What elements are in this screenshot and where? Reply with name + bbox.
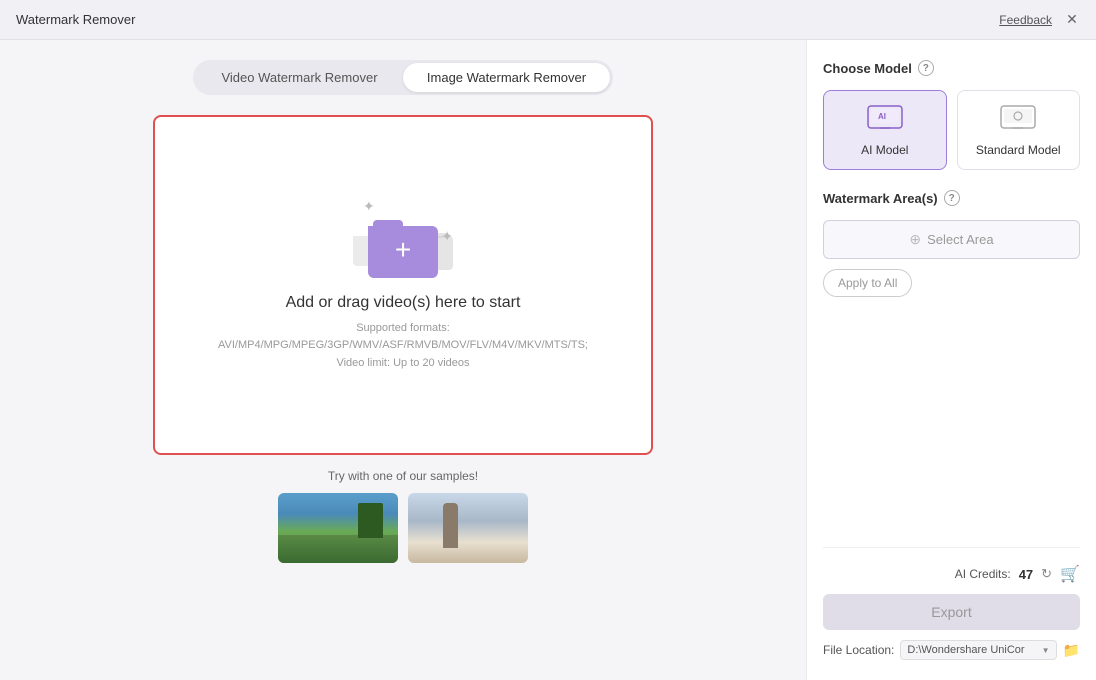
supported-formats-list: AVI/MP4/MPG/MPEG/3GP/WMV/ASF/RMVB/MOV/FL… [218, 339, 588, 351]
choose-model-label: Choose Model [823, 61, 912, 76]
watermark-area-label: Watermark Area(s) [823, 191, 938, 206]
drop-zone-main-text: Add or drag video(s) here to start [286, 294, 521, 312]
refresh-icon[interactable]: ↻ [1041, 566, 1052, 582]
spacer [823, 313, 1080, 547]
samples-label: Try with one of our samples! [328, 469, 478, 483]
tab-image[interactable]: Image Watermark Remover [403, 63, 610, 92]
ai-model-card[interactable]: AI AI Model [823, 90, 947, 170]
drop-zone-sub-text: Supported formats: AVI/MP4/MPG/MPEG/3GP/… [218, 320, 588, 373]
folder-body: + [368, 226, 438, 278]
apply-all-button[interactable]: Apply to All [823, 269, 912, 297]
bottom-section: AI Credits: 47 ↻ 🛒 Export File Location:… [823, 547, 1080, 660]
main-layout: Video Watermark Remover Image Watermark … [0, 40, 1096, 680]
video-limit-text: Video limit: Up to 20 videos [336, 357, 469, 369]
close-button[interactable]: ✕ [1064, 12, 1080, 28]
standard-model-icon [998, 103, 1038, 135]
tab-video[interactable]: Video Watermark Remover [196, 63, 403, 92]
sample-thumbnail-1[interactable] [278, 493, 398, 563]
svg-text:AI: AI [878, 112, 886, 121]
samples-section: Try with one of our samples! [278, 469, 528, 563]
folder-open-icon[interactable]: 📁 [1063, 642, 1080, 659]
cart-icon[interactable]: 🛒 [1060, 564, 1080, 584]
sparkle-1: ✦ [363, 198, 375, 215]
file-location-path[interactable]: D:\Wondershare UniCor ▼ [900, 640, 1056, 660]
standard-model-card[interactable]: Standard Model [957, 90, 1081, 170]
select-area-icon: ⊕ [909, 231, 921, 248]
folder-icon-wrapper: + ✦ ✦ [353, 198, 453, 278]
credits-count: 47 [1019, 567, 1033, 582]
sparkle-2: ✦ [441, 228, 453, 245]
left-panel: Video Watermark Remover Image Watermark … [0, 40, 806, 680]
ai-model-icon: AI [865, 103, 905, 135]
app-title: Watermark Remover [16, 12, 135, 27]
feedback-link[interactable]: Feedback [999, 13, 1052, 27]
file-location-label: File Location: [823, 643, 894, 657]
dropdown-arrow-icon: ▼ [1042, 646, 1050, 655]
supported-formats-label: Supported formats: [356, 322, 450, 334]
watermark-area-help-icon[interactable]: ? [944, 190, 960, 206]
credits-row: AI Credits: 47 ↻ 🛒 [823, 564, 1080, 584]
choose-model-section: Choose Model ? [823, 60, 1080, 76]
watermark-area-section: Watermark Area(s) ? [823, 190, 1080, 206]
standard-model-label: Standard Model [976, 143, 1061, 157]
select-area-label: Select Area [927, 232, 994, 247]
file-location-row: File Location: D:\Wondershare UniCor ▼ 📁 [823, 640, 1080, 660]
drop-zone[interactable]: + ✦ ✦ Add or drag video(s) here to start… [153, 115, 653, 455]
file-path-text: D:\Wondershare UniCor [907, 644, 1024, 656]
watermark-section: Watermark Area(s) ? ⊕ Select Area Apply … [823, 190, 1080, 297]
right-panel: Choose Model ? AI AI Model [806, 40, 1096, 680]
credits-label: AI Credits: [955, 567, 1011, 581]
model-cards: AI AI Model Standard Model [823, 90, 1080, 170]
title-bar: Watermark Remover Feedback ✕ [0, 0, 1096, 40]
title-bar-actions: Feedback ✕ [999, 12, 1080, 28]
choose-model-help-icon[interactable]: ? [918, 60, 934, 76]
folder-plus-icon: + [395, 236, 411, 264]
tab-switcher: Video Watermark Remover Image Watermark … [193, 60, 613, 95]
samples-row [278, 493, 528, 563]
export-button[interactable]: Export [823, 594, 1080, 630]
sample-thumbnail-2[interactable] [408, 493, 528, 563]
ai-model-label: AI Model [861, 143, 908, 157]
select-area-button[interactable]: ⊕ Select Area [823, 220, 1080, 259]
